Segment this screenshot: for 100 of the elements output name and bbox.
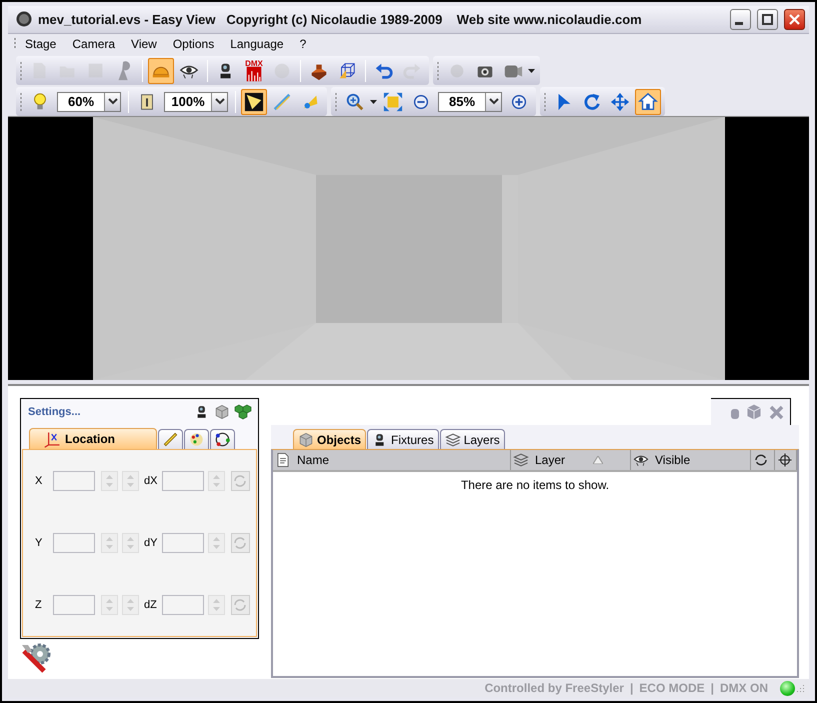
- status-separator: |: [630, 681, 634, 696]
- grip-icon: [20, 92, 23, 112]
- grip-icon: [544, 92, 547, 112]
- layers-icon: [513, 452, 529, 468]
- zoom-in-icon: [345, 92, 365, 112]
- spin-button[interactable]: [100, 533, 118, 554]
- menu-item[interactable]: Language: [222, 35, 292, 54]
- light-beam-icon: [244, 92, 264, 112]
- spin-button[interactable]: [208, 471, 225, 492]
- menu-item[interactable]: View: [123, 35, 165, 54]
- spin-button[interactable]: [208, 533, 225, 554]
- caret-icon[interactable]: [528, 68, 535, 73]
- level-meter-icon: [244, 66, 264, 82]
- level-meter-button[interactable]: DMX: [241, 58, 267, 84]
- status-separator: |: [710, 681, 714, 696]
- zoom-dropdown[interactable]: 100%: [164, 92, 228, 112]
- minimize-icon: [735, 22, 743, 25]
- column-header[interactable]: Visible: [631, 450, 751, 470]
- up-down-arrows-icon: [104, 474, 114, 488]
- refresh-icon: [753, 452, 769, 468]
- home-icon: [638, 92, 658, 112]
- resize-grip-icon[interactable]: [795, 683, 805, 694]
- close-button[interactable]: [784, 8, 805, 30]
- refresh-icon: [233, 474, 247, 488]
- column-header[interactable]: Name: [273, 450, 511, 470]
- move-icon: [610, 92, 630, 112]
- panel-tab[interactable]: [210, 429, 235, 450]
- fit-to-window-icon: [383, 92, 403, 112]
- maximize-button[interactable]: [757, 8, 778, 30]
- zoom-dropdown[interactable]: 60%: [57, 92, 121, 112]
- reset-button[interactable]: [230, 533, 250, 554]
- grip-icon: [20, 60, 23, 81]
- up-down-arrows-icon: [212, 474, 221, 488]
- chevron-down-icon: [108, 98, 118, 106]
- spin-button[interactable]: [208, 595, 225, 616]
- menu-item[interactable]: Stage: [17, 35, 64, 54]
- field-label: dX: [144, 475, 158, 488]
- field-label: Y: [35, 537, 44, 550]
- cube-icon: [298, 432, 314, 448]
- panel-tab[interactable]: Layers: [440, 429, 505, 450]
- refresh-icon: [233, 598, 247, 612]
- spin-button[interactable]: [122, 595, 138, 616]
- layers-icon: [444, 432, 461, 448]
- zoom-dropdown[interactable]: 85%: [438, 92, 502, 112]
- panel-tab[interactable]: Location: [29, 428, 157, 450]
- window-title: mev_tutorial.evs - Easy View Copyright (c) Nicolaudie 1989-2009 Web site www.nicolaudie.com: [38, 12, 643, 27]
- palette-icon: [188, 431, 205, 448]
- dropdown-value: 100%: [170, 94, 206, 110]
- up-down-arrows-icon: [126, 474, 134, 488]
- beam-line-icon: [272, 92, 292, 112]
- field-label: dZ: [144, 599, 158, 612]
- spin-button[interactable]: [122, 471, 138, 492]
- wireframe-cube-icon: [337, 60, 357, 81]
- column-header[interactable]: Layer: [511, 450, 631, 470]
- home-button[interactable]: [635, 88, 661, 115]
- reset-button[interactable]: [230, 471, 250, 492]
- disc-icon: [272, 60, 292, 81]
- caret-icon[interactable]: [370, 100, 377, 104]
- menu-item[interactable]: Camera: [64, 35, 124, 54]
- maximize-icon: [762, 14, 773, 25]
- orbit-icon: [214, 431, 231, 448]
- spin-button[interactable]: [122, 533, 138, 554]
- field-label: X: [35, 475, 44, 488]
- up-down-arrows-icon: [104, 598, 114, 612]
- grip-icon: [437, 60, 440, 81]
- status-text: DMX ON: [719, 681, 769, 696]
- panel-tab[interactable]: Objects: [293, 429, 366, 450]
- app-logo-icon: [16, 11, 32, 28]
- spin-button[interactable]: [100, 471, 118, 492]
- up-down-arrows-icon: [212, 536, 221, 550]
- close-icon[interactable]: [769, 404, 784, 420]
- panel-title: Settings...: [28, 406, 82, 418]
- cubes-icon: [234, 404, 252, 420]
- rotate-icon: [582, 92, 602, 112]
- wrench-gear-icon[interactable]: [20, 641, 52, 674]
- cube-icon[interactable]: [745, 403, 763, 422]
- ruler-icon: [162, 431, 179, 448]
- spin-button[interactable]: [100, 595, 118, 616]
- sort-ascending-icon: [593, 456, 604, 464]
- up-down-arrows-icon: [126, 598, 134, 612]
- status-text: Controlled by FreeStyler: [484, 681, 625, 696]
- grip-icon: [335, 92, 338, 112]
- up-down-arrows-icon: [104, 536, 114, 550]
- minimize-button[interactable]: [730, 8, 751, 30]
- close-icon: [789, 14, 800, 25]
- axes-icon: [44, 430, 61, 448]
- menu-item[interactable]: ?: [292, 35, 314, 54]
- dropdown-value: 60%: [66, 94, 96, 110]
- panel-tab[interactable]: Fixtures: [367, 429, 439, 450]
- crosshair-icon: [777, 452, 793, 468]
- field-label: dY: [144, 537, 158, 550]
- light-beam-button[interactable]: [241, 88, 267, 115]
- up-down-arrows-icon: [212, 598, 221, 612]
- empty-message: There are no items to show.: [460, 478, 610, 492]
- field-label: Z: [35, 599, 43, 612]
- chevron-down-icon: [214, 98, 224, 106]
- menu-item[interactable]: Options: [164, 35, 222, 54]
- dropdown-value: 85%: [448, 94, 476, 110]
- undo-icon: [374, 60, 394, 81]
- reset-button[interactable]: [230, 595, 250, 616]
